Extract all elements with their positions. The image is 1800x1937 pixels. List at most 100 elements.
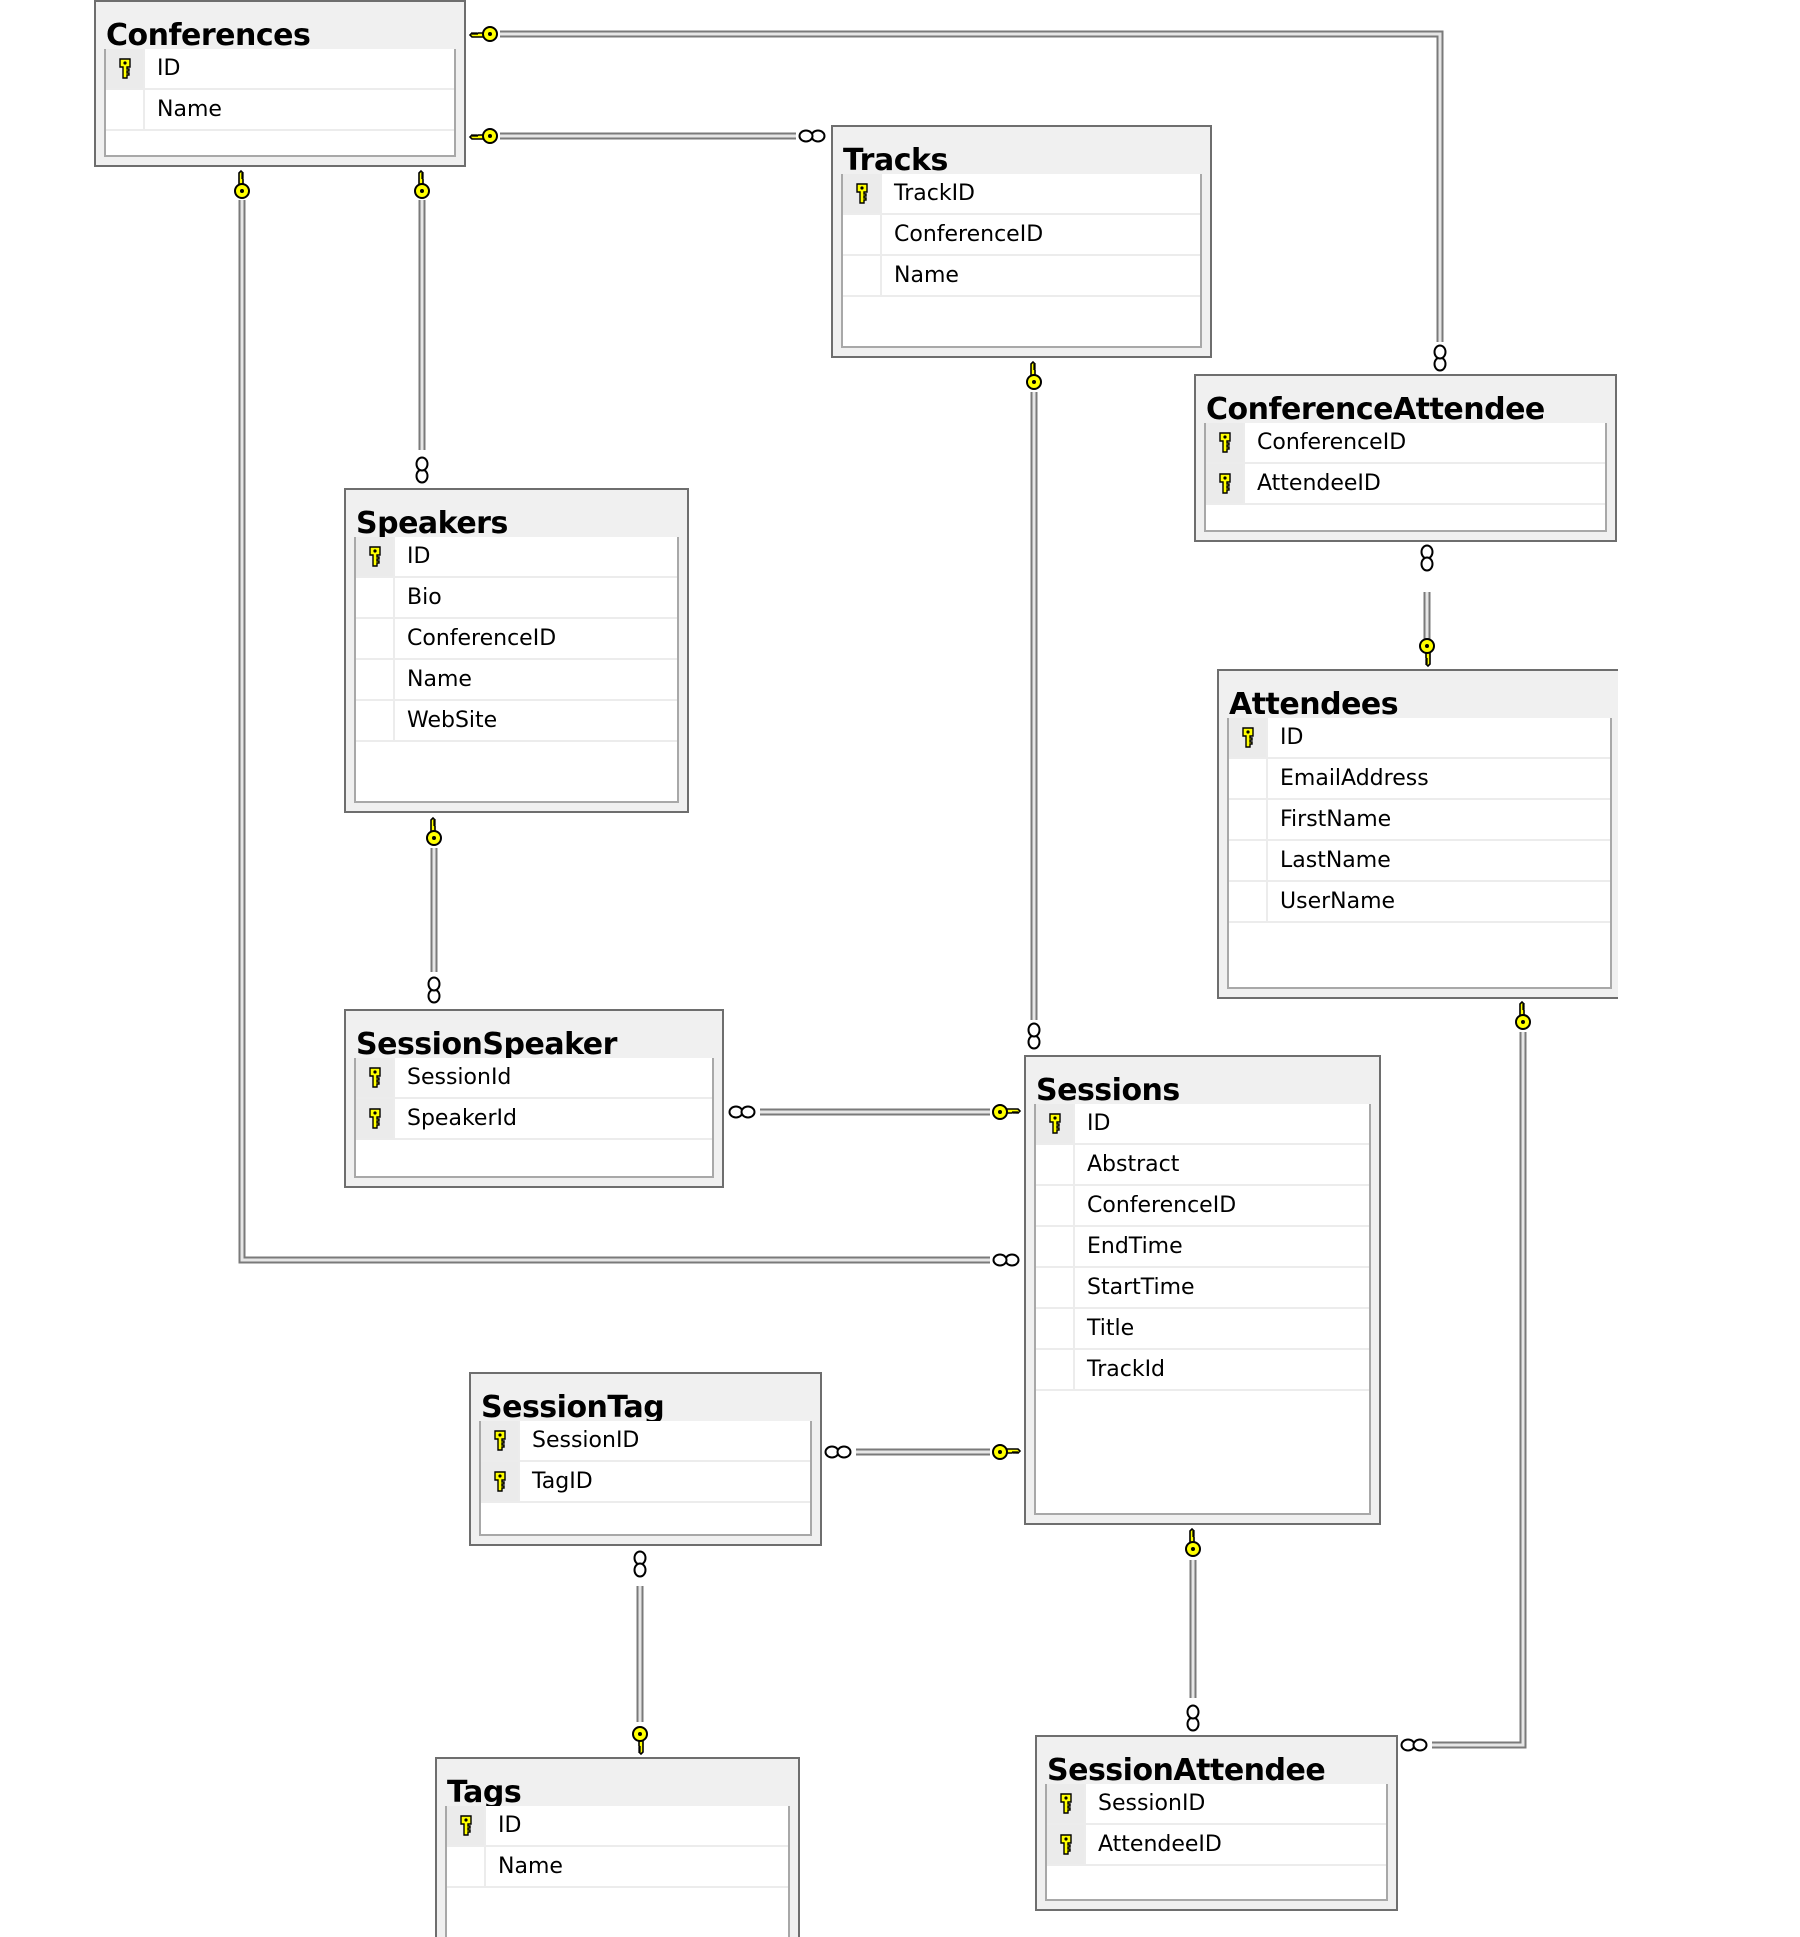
column-row[interactable]: UserName — [1229, 882, 1610, 923]
relationship-many-infinity-icon — [427, 976, 441, 1004]
column-name: Name — [407, 667, 472, 692]
column-row[interactable]: WebSite — [356, 701, 677, 742]
column-row[interactable]: SessionID — [1047, 1784, 1386, 1825]
table-title: Sessions — [1036, 1073, 1180, 1108]
column-grid: ConferenceID AttendeeID — [1204, 423, 1607, 532]
row-selector — [356, 660, 395, 699]
table-conferenceattendee[interactable]: ConferenceAttendee ConferenceID AttendeeID — [1194, 374, 1617, 542]
primary-key-icon — [356, 1058, 395, 1097]
column-row[interactable]: Name — [106, 90, 454, 131]
column-row[interactable]: ConferenceID — [1036, 1186, 1369, 1227]
column-row[interactable]: ID — [447, 1806, 788, 1847]
column-name: EndTime — [1087, 1234, 1183, 1259]
column-row[interactable]: Title — [1036, 1309, 1369, 1350]
table-tags[interactable]: Tags ID Name — [435, 1757, 800, 1937]
relationship-sessions-sessionspeaker — [728, 1104, 1022, 1120]
column-row[interactable]: FirstName — [1229, 800, 1610, 841]
row-selector — [1229, 800, 1268, 839]
row-selector — [356, 619, 395, 658]
row-selector — [1229, 841, 1268, 880]
row-selector — [1036, 1145, 1075, 1184]
row-selector — [1036, 1309, 1075, 1348]
column-name: SessionId — [407, 1065, 512, 1090]
column-grid: SessionID TagID — [479, 1421, 812, 1536]
column-name: ID — [1280, 725, 1304, 750]
column-row[interactable]: AttendeeID — [1206, 464, 1605, 505]
column-row[interactable]: SessionId — [356, 1058, 712, 1099]
column-row[interactable]: Name — [447, 1847, 788, 1888]
column-row[interactable]: ID — [1036, 1104, 1369, 1145]
column-row[interactable]: SpeakerId — [356, 1099, 712, 1140]
table-title: SessionSpeaker — [356, 1027, 617, 1062]
relationship-many-infinity-icon — [798, 129, 826, 143]
table-speakers[interactable]: Speakers ID Bio ConferenceID Name WebSite — [344, 488, 689, 813]
row-selector — [1036, 1268, 1075, 1307]
relationship-many-infinity-icon — [1186, 1704, 1200, 1732]
column-name: Bio — [407, 585, 442, 610]
table-sessionattendee[interactable]: SessionAttendee SessionID AttendeeID — [1035, 1735, 1398, 1911]
column-name: TrackId — [1087, 1357, 1166, 1382]
column-name: AttendeeID — [1257, 471, 1381, 496]
primary-key-icon — [843, 174, 882, 213]
column-row[interactable]: ID — [106, 49, 454, 90]
relationship-speakers-sessionspeaker — [426, 816, 442, 1004]
column-name: TagID — [532, 1469, 593, 1494]
row-selector — [356, 578, 395, 617]
relationship-one-key-icon — [234, 169, 250, 199]
column-row[interactable]: ConferenceID — [1206, 423, 1605, 464]
column-row[interactable]: ConferenceID — [356, 619, 677, 660]
primary-key-icon — [1047, 1825, 1086, 1864]
row-selector — [1036, 1350, 1075, 1389]
table-sessions[interactable]: Sessions ID Abstract ConferenceID EndTime Sta… — [1024, 1055, 1381, 1525]
primary-key-icon — [481, 1421, 520, 1460]
relationship-many-infinity-icon — [1400, 1738, 1428, 1752]
column-name: FirstName — [1280, 807, 1392, 832]
table-tracks[interactable]: Tracks TrackID ConferenceID Name — [831, 125, 1212, 358]
relationship-one-key-icon — [1419, 638, 1435, 668]
column-grid: ID Bio ConferenceID Name WebSite — [354, 537, 679, 803]
column-row[interactable]: AttendeeID — [1047, 1825, 1386, 1866]
relationship-one-key-icon — [468, 26, 498, 42]
column-name: ConferenceID — [894, 222, 1044, 247]
table-title: SessionTag — [481, 1390, 665, 1425]
column-name: LastName — [1280, 848, 1391, 873]
column-row[interactable]: TrackID — [843, 174, 1200, 215]
relationship-line-outer — [1432, 1032, 1527, 1749]
column-row[interactable]: TrackId — [1036, 1350, 1369, 1391]
column-row[interactable]: SessionID — [481, 1421, 810, 1462]
column-name: ID — [157, 56, 181, 81]
table-conferences[interactable]: Conferences ID Name — [94, 0, 466, 167]
column-row[interactable]: TagID — [481, 1462, 810, 1503]
column-name: ConferenceID — [1257, 430, 1407, 455]
table-title: Attendees — [1229, 687, 1399, 722]
column-grid: SessionID AttendeeID — [1045, 1784, 1388, 1901]
column-row[interactable]: ID — [1229, 718, 1610, 759]
column-row[interactable]: EndTime — [1036, 1227, 1369, 1268]
primary-key-icon — [1206, 464, 1245, 503]
column-row[interactable]: Abstract — [1036, 1145, 1369, 1186]
column-row[interactable]: EmailAddress — [1229, 759, 1610, 800]
relationship-line-inner — [1432, 1032, 1525, 1747]
column-name: EmailAddress — [1280, 766, 1429, 791]
primary-key-icon — [356, 1099, 395, 1138]
column-name: Title — [1087, 1316, 1135, 1341]
column-row[interactable]: LastName — [1229, 841, 1610, 882]
primary-key-icon — [447, 1806, 486, 1845]
column-name: SessionID — [532, 1428, 640, 1453]
primary-key-icon — [1036, 1104, 1075, 1143]
column-row[interactable]: Bio — [356, 578, 677, 619]
column-row[interactable]: StartTime — [1036, 1268, 1369, 1309]
column-row[interactable]: Name — [843, 256, 1200, 297]
column-name: ConferenceID — [407, 626, 557, 651]
row-selector — [1036, 1186, 1075, 1225]
table-attendees[interactable]: Attendees ID EmailAddress FirstName LastName… — [1217, 669, 1618, 999]
table-sessiontag[interactable]: SessionTag SessionID TagID — [469, 1372, 822, 1546]
relationship-sessions-sessionattendee — [1185, 1527, 1201, 1732]
table-sessionspeaker[interactable]: SessionSpeaker SessionId SpeakerId — [344, 1009, 724, 1188]
column-row[interactable]: Name — [356, 660, 677, 701]
column-name: Name — [894, 263, 959, 288]
column-row[interactable]: ID — [356, 537, 677, 578]
column-row[interactable]: ConferenceID — [843, 215, 1200, 256]
table-title: Tracks — [843, 143, 948, 178]
column-grid: ID Name — [445, 1806, 790, 1937]
